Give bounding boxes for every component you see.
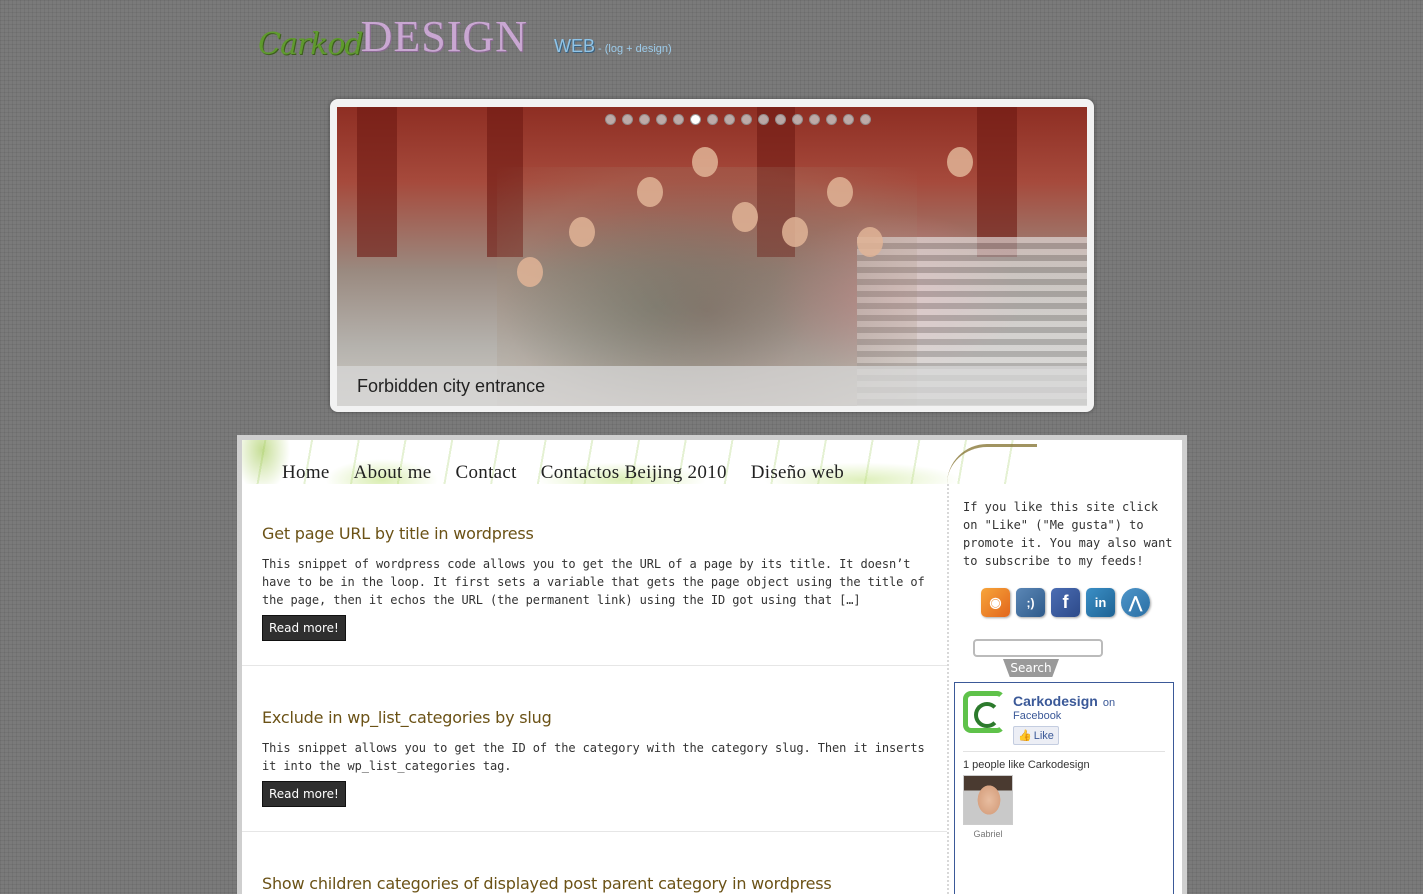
- slider-dot[interactable]: [741, 114, 752, 125]
- slider-dot[interactable]: [690, 114, 701, 125]
- read-more-button[interactable]: Read more!: [262, 781, 346, 807]
- slider-dot[interactable]: [792, 114, 803, 125]
- post-excerpt: This snippet allows you to get the ID of…: [262, 741, 925, 773]
- tagline-web: WEB: [554, 36, 596, 56]
- sidebar-intro-text: If you like this site click on "Like" ("…: [963, 500, 1173, 568]
- slider-dot[interactable]: [724, 114, 735, 125]
- logo-carkod: Carkod: [258, 27, 364, 62]
- logo-design: DESIGN: [360, 12, 528, 61]
- slider-dot[interactable]: [639, 114, 650, 125]
- post-excerpt: This snippet of wordpress code allows yo…: [262, 557, 925, 607]
- tagline-sub: - (log + design): [598, 43, 672, 55]
- slider-dot[interactable]: [775, 114, 786, 125]
- site-logo[interactable]: Carkod DESIGN: [258, 12, 528, 62]
- slider-caption: Forbidden city entrance: [337, 366, 1087, 406]
- slider-dot[interactable]: [622, 114, 633, 125]
- slider-pagination: [605, 114, 871, 125]
- search-button[interactable]: Search: [1003, 659, 1059, 677]
- thumbs-up-icon: 👍: [1018, 730, 1032, 742]
- post-title-link[interactable]: Show children categories of displayed po…: [262, 874, 927, 893]
- slider-dot[interactable]: [707, 114, 718, 125]
- slider-dot[interactable]: [605, 114, 616, 125]
- tuenti-icon[interactable]: ;): [1016, 588, 1045, 617]
- post-item: Exclude in wp_list_categories by slug Th…: [242, 666, 947, 832]
- facebook-like-button[interactable]: 👍 Like: [1013, 726, 1059, 745]
- facebook-page-header: Carkodesign on Facebook 👍 Like: [963, 691, 1165, 752]
- carkodesign-logo-icon[interactable]: [963, 691, 1005, 733]
- facebook-platform-link[interactable]: Facebook: [1013, 710, 1115, 722]
- like-label: Like: [1033, 729, 1054, 742]
- facebook-fan[interactable]: Gabriel: [963, 775, 1013, 839]
- post-list: Get page URL by title in wordpress This …: [242, 484, 947, 894]
- post-title-link[interactable]: Exclude in wp_list_categories by slug: [262, 708, 927, 727]
- facebook-icon[interactable]: f: [1051, 588, 1080, 617]
- social-links: ◉ ;) f in ⋀: [981, 588, 1182, 617]
- rss-icon[interactable]: ◉: [981, 588, 1010, 617]
- decorative-swirl: [947, 444, 1037, 484]
- facebook-on-text: on: [1102, 697, 1116, 709]
- slider-photo[interactable]: Forbidden city entrance: [337, 107, 1087, 406]
- facebook-page-name[interactable]: Carkodesign: [1013, 693, 1098, 709]
- site-tagline: WEB - (log + design): [554, 36, 672, 57]
- slider-dot[interactable]: [826, 114, 837, 125]
- main-nav: Home About me Contact Contactos Beijing …: [282, 462, 844, 484]
- post-item: Get page URL by title in wordpress This …: [242, 484, 947, 666]
- post-title-link[interactable]: Get page URL by title in wordpress: [262, 524, 927, 543]
- nav-banner: Home About me Contact Contactos Beijing …: [242, 440, 1037, 484]
- nav-home[interactable]: Home: [282, 462, 330, 484]
- search-input[interactable]: [973, 639, 1103, 657]
- facebook-like-count: 1 people like Carkodesign: [963, 759, 1090, 771]
- avatar[interactable]: [963, 775, 1013, 825]
- slider-dot[interactable]: [656, 114, 667, 125]
- slider-dot[interactable]: [860, 114, 871, 125]
- bloglines-icon[interactable]: ⋀: [1121, 588, 1150, 617]
- post-item: Show children categories of displayed po…: [242, 832, 947, 894]
- slider-dot[interactable]: [809, 114, 820, 125]
- nav-diseno-web[interactable]: Diseño web: [751, 462, 844, 484]
- facebook-like-box: Carkodesign on Facebook 👍 Like 1 people …: [954, 682, 1174, 894]
- fan-name: Gabriel: [973, 829, 1003, 839]
- sidebar: If you like this site click on "Like" ("…: [947, 484, 1182, 894]
- nav-about-me[interactable]: About me: [354, 462, 432, 484]
- slider-dot[interactable]: [843, 114, 854, 125]
- slider-dot[interactable]: [673, 114, 684, 125]
- nav-contactos-beijing-2010[interactable]: Contactos Beijing 2010: [541, 462, 727, 484]
- read-more-button[interactable]: Read more!: [262, 615, 346, 641]
- nav-contact[interactable]: Contact: [456, 462, 517, 484]
- linkedin-icon[interactable]: in: [1086, 588, 1115, 617]
- main-content: Home About me Contact Contactos Beijing …: [237, 435, 1187, 894]
- image-slider: Forbidden city entrance: [330, 99, 1094, 412]
- slider-dot[interactable]: [758, 114, 769, 125]
